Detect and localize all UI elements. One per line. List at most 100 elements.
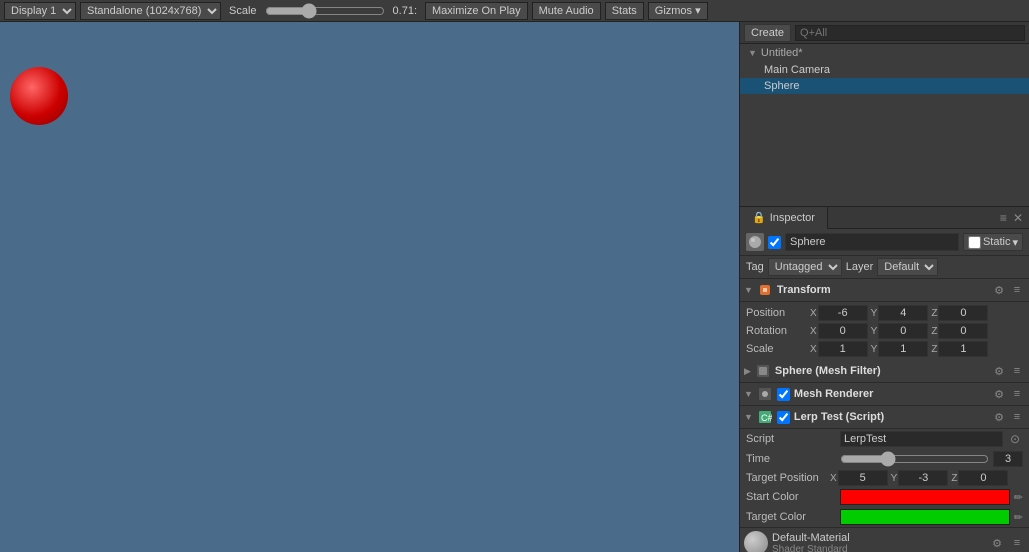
mesh-renderer-enabled-label[interactable] bbox=[777, 388, 790, 401]
object-name-input[interactable] bbox=[785, 233, 959, 251]
script-field-picker-button[interactable]: ⊙ bbox=[1007, 431, 1023, 447]
inspector-close-button[interactable]: ✕ bbox=[1011, 211, 1025, 225]
position-y-input[interactable] bbox=[878, 305, 928, 321]
transform-header[interactable]: ▼ Transform ⚙ ≡ bbox=[740, 279, 1029, 302]
lerp-script-settings-button[interactable]: ⚙ bbox=[991, 409, 1007, 425]
mesh-filter-title: Sphere (Mesh Filter) bbox=[775, 365, 987, 377]
mesh-renderer-settings-button[interactable]: ⚙ bbox=[991, 386, 1007, 402]
start-color-swatch[interactable] bbox=[840, 489, 1010, 505]
material-settings-button[interactable]: ⚙ bbox=[989, 535, 1005, 551]
rotation-z-input[interactable] bbox=[938, 323, 988, 339]
gizmos-button[interactable]: Gizmos ▾ bbox=[648, 2, 708, 20]
position-x-axis: X bbox=[810, 308, 817, 319]
target-pos-z-input[interactable] bbox=[958, 470, 1008, 486]
tag-label: Tag bbox=[746, 261, 764, 273]
scale-z-input[interactable] bbox=[938, 341, 988, 357]
inspector-menu-button[interactable]: ≡ bbox=[998, 211, 1009, 225]
object-enabled-checkbox-label[interactable] bbox=[768, 236, 781, 249]
material-menu-button[interactable]: ≡ bbox=[1009, 535, 1025, 551]
stats-button[interactable]: Stats bbox=[605, 2, 644, 20]
scale-slider[interactable] bbox=[265, 3, 385, 19]
position-z-axis: Z bbox=[931, 308, 937, 319]
layer-select[interactable]: Default bbox=[877, 258, 938, 276]
lerp-script-menu-button[interactable]: ≡ bbox=[1009, 409, 1025, 425]
rotation-y-input[interactable] bbox=[878, 323, 928, 339]
time-field-label: Time bbox=[746, 453, 836, 465]
hierarchy-item-main-camera[interactable]: Main Camera bbox=[740, 62, 1029, 78]
inspector-panel: 🔒 Inspector ≡ ✕ bbox=[740, 207, 1029, 552]
inspector-content: Static ▾ Tag Untagged Layer Default bbox=[740, 229, 1029, 552]
mesh-renderer-enabled-checkbox[interactable] bbox=[777, 388, 790, 401]
right-panel: Create ▼ Untitled* Main Camera Sphere 🔒 bbox=[739, 22, 1029, 552]
target-pos-x-input[interactable] bbox=[838, 470, 888, 486]
time-slider[interactable] bbox=[840, 453, 989, 465]
display-select[interactable]: Display 1 bbox=[4, 2, 76, 20]
rotation-x-input[interactable] bbox=[818, 323, 868, 339]
transform-title: Transform bbox=[777, 284, 987, 296]
transform-collapse-icon: ▼ bbox=[744, 285, 753, 295]
start-color-label: Start Color bbox=[746, 491, 836, 503]
lerp-script-header[interactable]: ▼ C# Lerp Test (Script) ⚙ ≡ bbox=[740, 406, 1029, 429]
static-dropdown-icon[interactable]: ▾ bbox=[1012, 236, 1018, 249]
hierarchy-search-input[interactable] bbox=[795, 25, 1025, 41]
mesh-filter-menu-button[interactable]: ≡ bbox=[1009, 363, 1025, 379]
target-position-label: Target Position bbox=[746, 472, 826, 484]
static-label: Static bbox=[983, 236, 1011, 248]
transform-menu-button[interactable]: ≡ bbox=[1009, 282, 1025, 298]
position-z-group: Z bbox=[929, 305, 988, 321]
scale-z-group: Z bbox=[929, 341, 988, 357]
scale-xyz: X Y Z bbox=[808, 341, 1023, 357]
inspector-tab[interactable]: 🔒 Inspector bbox=[740, 207, 828, 229]
hierarchy-create-button[interactable]: Create bbox=[744, 24, 791, 42]
time-value-input[interactable] bbox=[993, 451, 1023, 467]
inspector-tab-label: Inspector bbox=[770, 207, 815, 229]
script-field-label: Script bbox=[746, 433, 836, 445]
scale-row: Scale X Y Z bbox=[740, 340, 1029, 358]
top-toolbar: Display 1 Standalone (1024x768) Scale 0.… bbox=[0, 0, 1029, 22]
maximize-on-play-button[interactable]: Maximize On Play bbox=[425, 2, 528, 20]
shader-label: Shader bbox=[772, 544, 804, 552]
scene-item[interactable]: ▼ Untitled* bbox=[740, 44, 1029, 62]
position-x-group: X bbox=[808, 305, 868, 321]
scale-x-input[interactable] bbox=[818, 341, 868, 357]
script-field-input[interactable] bbox=[840, 431, 1003, 447]
mesh-renderer-header[interactable]: ▼ Mesh Renderer ⚙ ≡ bbox=[740, 383, 1029, 406]
target-pos-y-input[interactable] bbox=[898, 470, 948, 486]
mute-audio-button[interactable]: Mute Audio bbox=[532, 2, 601, 20]
start-color-edit-button[interactable]: ✏ bbox=[1014, 491, 1023, 504]
scene-collapse-icon: ▼ bbox=[748, 48, 757, 58]
hierarchy-toolbar: Create bbox=[740, 22, 1029, 44]
static-checkbox[interactable] bbox=[968, 236, 981, 249]
rotation-xyz: X Y Z bbox=[808, 323, 1023, 339]
position-y-axis: Y bbox=[871, 308, 878, 319]
transform-settings-button[interactable]: ⚙ bbox=[991, 282, 1007, 298]
material-row: Default-Material Shader Standard ⚙ ≡ bbox=[740, 527, 1029, 552]
scale-x-axis: X bbox=[810, 344, 817, 355]
target-color-swatch[interactable] bbox=[840, 509, 1010, 525]
transform-actions: ⚙ ≡ bbox=[991, 282, 1025, 298]
game-view[interactable] bbox=[0, 22, 739, 552]
mesh-filter-settings-button[interactable]: ⚙ bbox=[991, 363, 1007, 379]
target-pos-z-axis: Z bbox=[951, 473, 957, 484]
target-position-xyz: X Y Z bbox=[828, 470, 1023, 486]
position-z-input[interactable] bbox=[938, 305, 988, 321]
lerp-script-icon: C# bbox=[757, 409, 773, 425]
lerp-script-actions: ⚙ ≡ bbox=[991, 409, 1025, 425]
hierarchy-item-sphere[interactable]: Sphere bbox=[740, 78, 1029, 94]
resolution-select[interactable]: Standalone (1024x768) bbox=[80, 2, 221, 20]
tag-select[interactable]: Untagged bbox=[768, 258, 842, 276]
position-x-input[interactable] bbox=[818, 305, 868, 321]
mesh-renderer-menu-button[interactable]: ≡ bbox=[1009, 386, 1025, 402]
lerp-script-enabled-label[interactable] bbox=[777, 411, 790, 424]
target-pos-z-group: Z bbox=[949, 470, 1008, 486]
target-color-edit-button[interactable]: ✏ bbox=[1014, 511, 1023, 524]
mesh-filter-header[interactable]: ▶ Sphere (Mesh Filter) ⚙ ≡ bbox=[740, 360, 1029, 383]
static-button[interactable]: Static ▾ bbox=[963, 233, 1023, 251]
target-position-row: Target Position X Y Z bbox=[740, 469, 1029, 487]
scale-z-axis: Z bbox=[931, 344, 937, 355]
object-enabled-checkbox[interactable] bbox=[768, 236, 781, 249]
scale-y-input[interactable] bbox=[878, 341, 928, 357]
rotation-row: Rotation X Y Z bbox=[740, 322, 1029, 340]
lerp-script-enabled-checkbox[interactable] bbox=[777, 411, 790, 424]
mesh-renderer-icon bbox=[757, 386, 773, 402]
